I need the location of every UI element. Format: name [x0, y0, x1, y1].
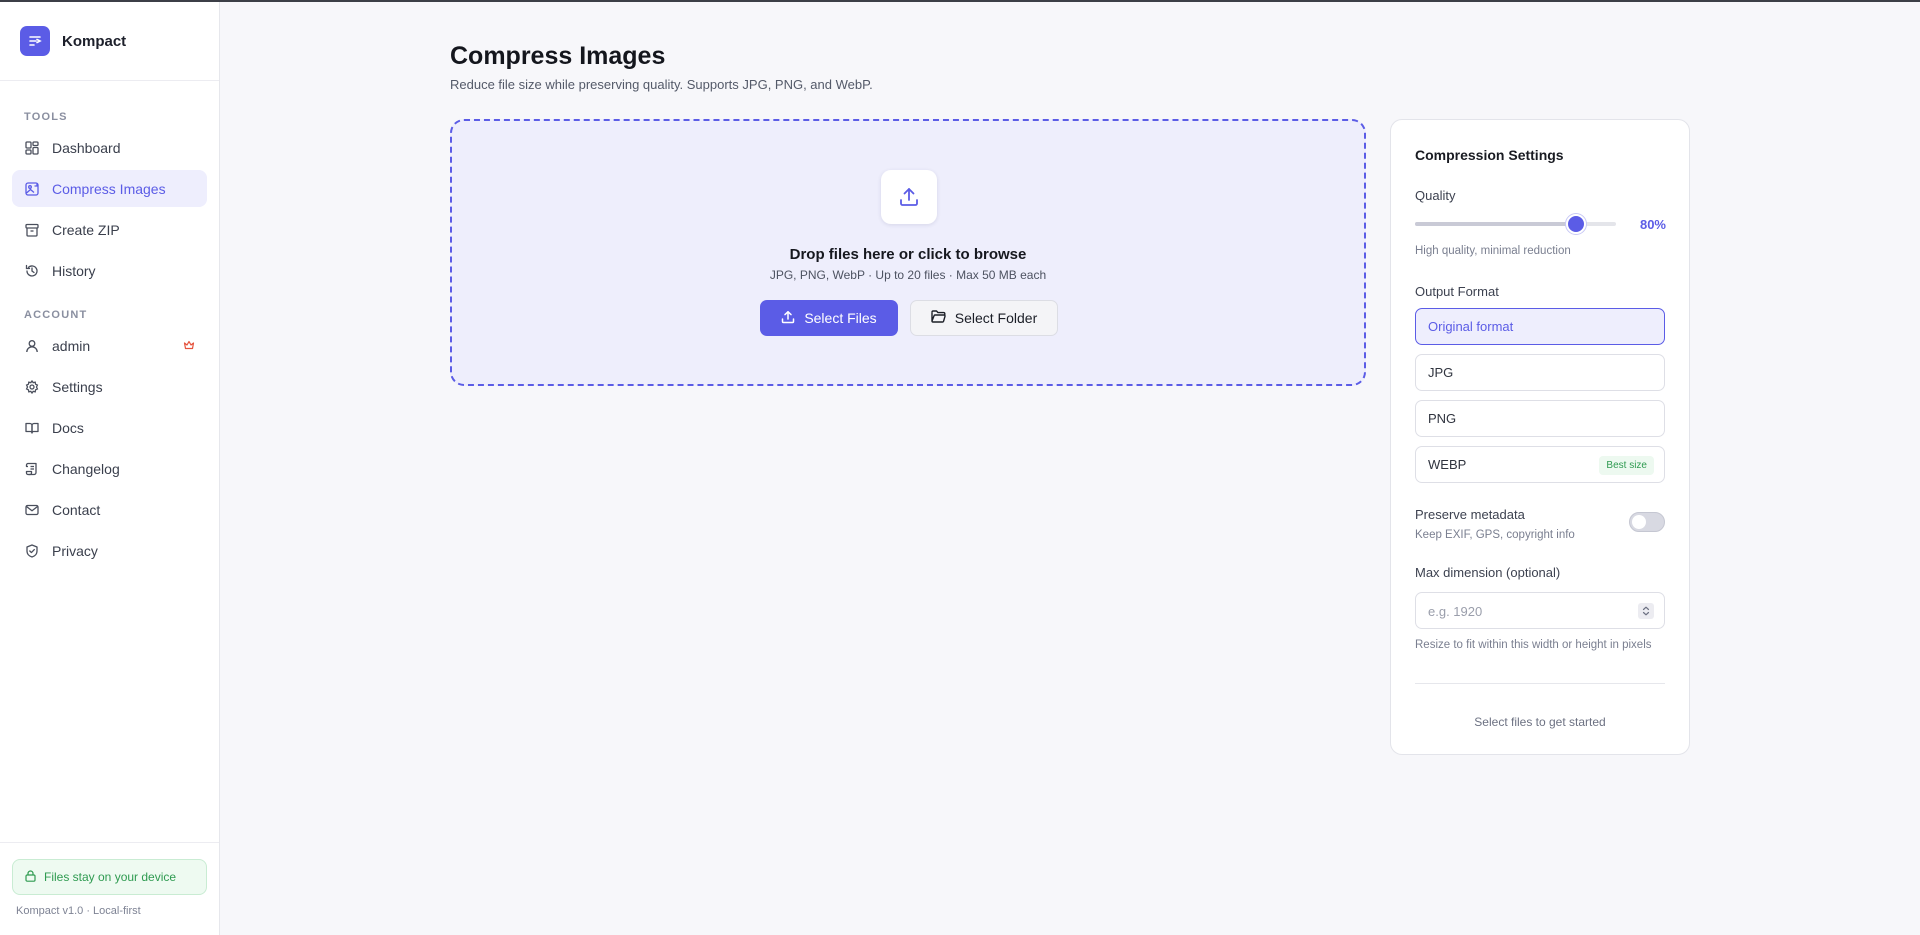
- sidebar-footer: Files stay on your device Kompact v1.0 ·…: [0, 842, 219, 935]
- dropzone-hint: JPG, PNG, WebP · Up to 20 files · Max 50…: [769, 268, 1047, 282]
- sidebar-item-label: Create ZIP: [52, 221, 120, 238]
- file-dropzone[interactable]: Drop files here or click to browse JPG, …: [450, 119, 1366, 386]
- shield-icon: [24, 543, 40, 559]
- sidebar-item-history[interactable]: History: [12, 252, 207, 289]
- format-option-label: PNG: [1428, 411, 1457, 426]
- compression-settings-panel: Compression Settings Quality 80% High qu…: [1390, 119, 1690, 755]
- format-option-label: JPG: [1428, 365, 1454, 380]
- sidebar-item-settings[interactable]: Settings: [12, 368, 207, 405]
- max-dimension-label: Max dimension (optional): [1415, 565, 1561, 580]
- select-files-label: Select Files: [804, 310, 877, 326]
- sidebar-item-label: History: [52, 262, 96, 279]
- app-name: Kompact: [62, 32, 127, 50]
- max-dimension-hint: Resize to fit within this width or heigh…: [1415, 639, 1652, 651]
- format-option-original[interactable]: Original format: [1415, 308, 1665, 345]
- local-storage-notice: Files stay on your device: [12, 859, 207, 895]
- user-icon: [24, 338, 40, 354]
- quality-value: 80%: [1639, 217, 1666, 232]
- brand: Kompact: [0, 2, 219, 81]
- max-dimension-input[interactable]: [1428, 602, 1628, 620]
- select-files-button[interactable]: Select Files: [760, 300, 898, 336]
- page-title: Compress Images: [450, 42, 666, 70]
- window-top-border: [0, 0, 1920, 2]
- folder-icon: [931, 310, 946, 326]
- sidebar-item-label: Docs: [52, 419, 84, 436]
- local-storage-text: Files stay on your device: [44, 870, 177, 884]
- sidebar-item-admin[interactable]: admin: [12, 327, 207, 364]
- page-subtitle: Reduce file size while preserving qualit…: [450, 77, 873, 92]
- best-size-badge: Best size: [1599, 456, 1654, 475]
- preserve-metadata-toggle[interactable]: [1629, 512, 1665, 532]
- logo-icon[interactable]: [20, 26, 50, 56]
- lock-icon: [25, 869, 36, 885]
- sidebar-item-label: Contact: [52, 501, 101, 518]
- format-option-webp[interactable]: WEBP Best size: [1415, 446, 1665, 483]
- format-option-label: Original format: [1428, 319, 1514, 334]
- sidebar-item-compress-images[interactable]: Compress Images: [12, 170, 207, 207]
- quality-slider-fill: [1415, 222, 1576, 226]
- select-folder-button[interactable]: Select Folder: [910, 300, 1058, 336]
- crown-icon: [183, 338, 195, 354]
- quality-hint: High quality, minimal reduction: [1415, 245, 1571, 257]
- get-started-hint: Select files to get started: [1474, 715, 1606, 729]
- image-icon: [24, 181, 40, 197]
- format-option-png[interactable]: PNG: [1415, 400, 1665, 437]
- dashboard-icon: [24, 140, 40, 156]
- sidebar-item-changelog[interactable]: Changelog: [12, 450, 207, 487]
- sidebar-item-label: Changelog: [52, 460, 120, 477]
- sidebar-item-label: Compress Images: [52, 180, 166, 197]
- preserve-metadata-hint: Keep EXIF, GPS, copyright info: [1415, 529, 1575, 541]
- quality-label: Quality: [1415, 188, 1456, 203]
- version-text: Kompact v1.0 · Local-first: [16, 905, 141, 917]
- number-spinner-icon[interactable]: [1638, 603, 1654, 619]
- sidebar-item-label: Privacy: [52, 542, 98, 559]
- sidebar: Kompact TOOLS Dashboard Compress Images …: [0, 2, 220, 935]
- sidebar-item-label: Settings: [52, 378, 103, 395]
- sidebar-item-privacy[interactable]: Privacy: [12, 532, 207, 569]
- sidebar-item-create-zip[interactable]: Create ZIP: [12, 211, 207, 248]
- output-format-label: Output Format: [1415, 284, 1499, 299]
- section-label-account: ACCOUNT: [24, 309, 88, 321]
- format-option-label: WEBP: [1428, 457, 1467, 472]
- preserve-metadata-label: Preserve metadata: [1415, 507, 1525, 522]
- archive-icon: [24, 222, 40, 238]
- sidebar-item-docs[interactable]: Docs: [12, 409, 207, 446]
- panel-title: Compression Settings: [1415, 147, 1564, 163]
- upload-icon: [881, 170, 937, 224]
- sidebar-item-dashboard[interactable]: Dashboard: [12, 129, 207, 166]
- gear-icon: [24, 379, 40, 395]
- mail-icon: [24, 502, 40, 518]
- book-icon: [24, 420, 40, 436]
- section-label-tools: TOOLS: [24, 111, 68, 123]
- sidebar-item-label: admin: [52, 337, 91, 354]
- quality-slider-thumb[interactable]: [1565, 214, 1586, 234]
- max-dimension-field: [1415, 592, 1665, 629]
- scroll-icon: [24, 461, 40, 477]
- history-icon: [24, 263, 40, 279]
- quality-slider[interactable]: [1415, 214, 1616, 234]
- sidebar-item-label: Dashboard: [52, 139, 121, 156]
- dropzone-title: Drop files here or click to browse: [789, 246, 1027, 263]
- upload-icon: [781, 310, 795, 327]
- sidebar-item-contact[interactable]: Contact: [12, 491, 207, 528]
- panel-divider: [1415, 683, 1665, 684]
- toggle-knob: [1632, 515, 1646, 529]
- format-option-jpg[interactable]: JPG: [1415, 354, 1665, 391]
- select-folder-label: Select Folder: [954, 310, 1038, 326]
